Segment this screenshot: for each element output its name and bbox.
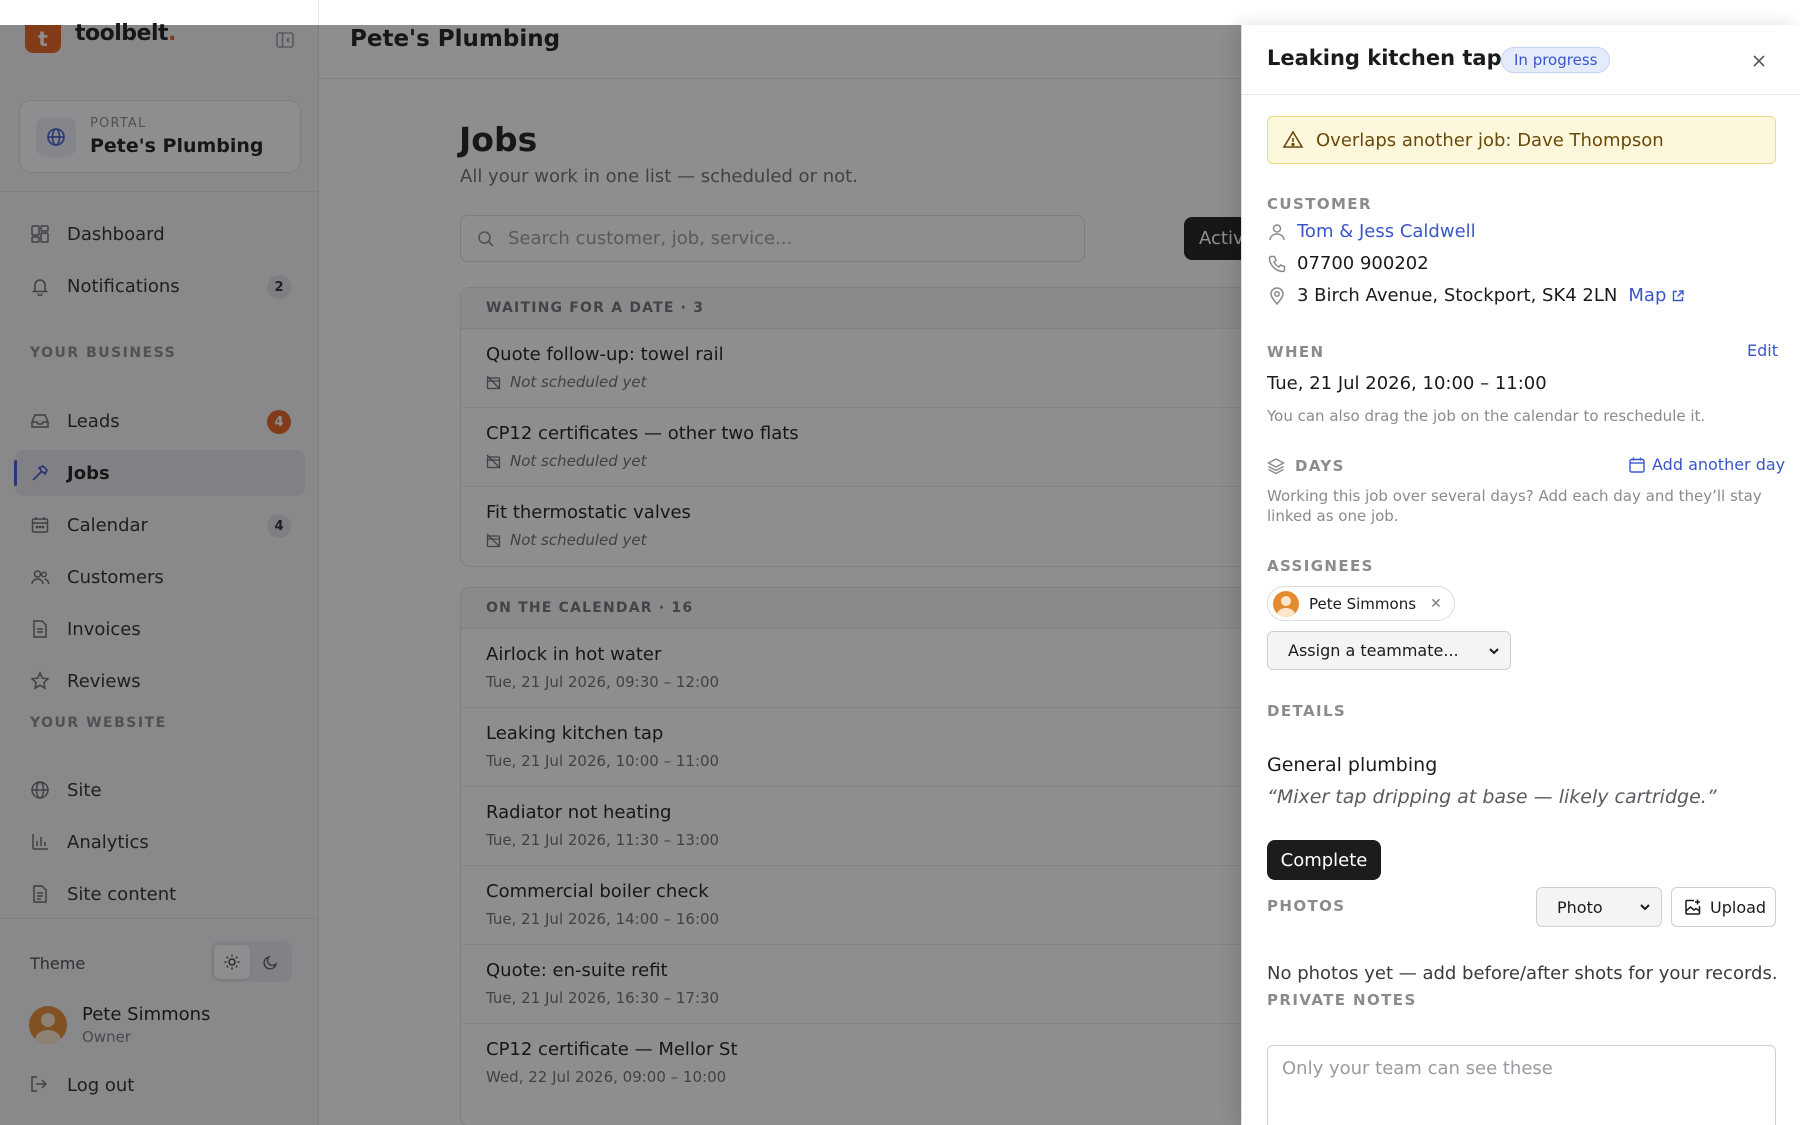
layers-icon	[1267, 458, 1285, 475]
warning-icon	[1282, 129, 1304, 151]
upload-label: Upload	[1710, 897, 1767, 917]
close-icon[interactable]	[1747, 49, 1771, 73]
when-label: WHEN	[1267, 343, 1325, 361]
add-another-day-button[interactable]: Add another day	[1628, 455, 1785, 474]
map-link[interactable]: Map	[1628, 285, 1685, 306]
customer-name-link[interactable]: Tom & Jess Caldwell	[1297, 221, 1476, 242]
private-notes-label: PRIVATE NOTES	[1267, 991, 1417, 1009]
days-hint-line-1: Working this job over several days? Add …	[1267, 487, 1762, 505]
address-row: 3 Birch Avenue, Stockport, SK4 2LN Map	[1267, 285, 1685, 306]
customer-row: Tom & Jess Caldwell	[1267, 221, 1476, 242]
when-value: Tue, 21 Jul 2026, 10:00 – 11:00	[1267, 373, 1547, 394]
status-badge: In progress	[1501, 47, 1611, 73]
phone-row: 07700 900202	[1267, 253, 1429, 274]
job-detail-drawer: Leaking kitchen tap In progress Overlaps…	[1241, 25, 1800, 1125]
warning-text: Overlaps another job: Dave Thompson	[1316, 129, 1664, 151]
days-hint-line-2: linked as one job.	[1267, 507, 1399, 525]
chevron-down-icon	[1640, 904, 1650, 911]
details-label: DETAILS	[1267, 702, 1347, 720]
photos-label: PHOTOS	[1267, 897, 1346, 915]
avatar	[1273, 590, 1299, 617]
add-another-day-label: Add another day	[1652, 455, 1786, 474]
external-link-icon	[1673, 289, 1685, 301]
photo-type-select[interactable]: Photo	[1536, 887, 1662, 927]
when-hint: You can also drag the job on the calenda…	[1267, 407, 1706, 425]
phone-number: 07700 900202	[1297, 253, 1429, 274]
top-strip-divider	[318, 0, 319, 25]
details-service: General plumbing	[1267, 754, 1438, 776]
modal-backdrop[interactable]	[0, 25, 1241, 1125]
customer-label: CUSTOMER	[1267, 195, 1372, 213]
complete-button[interactable]: Complete	[1267, 840, 1381, 880]
assignee-name: Pete Simmons	[1309, 594, 1417, 613]
phone-icon	[1267, 254, 1287, 274]
user-icon	[1267, 222, 1287, 242]
details-description: “Mixer tap dripping at base — likely car…	[1267, 786, 1717, 808]
address-text: 3 Birch Avenue, Stockport, SK4 2LN	[1297, 285, 1618, 306]
upload-button[interactable]: Upload	[1671, 887, 1776, 927]
map-pin-icon	[1267, 286, 1287, 306]
top-strip	[0, 0, 1800, 25]
edit-when-link[interactable]: Edit	[1747, 341, 1778, 360]
calendar-plus-icon	[1628, 456, 1646, 474]
image-upload-icon	[1684, 898, 1702, 916]
chevron-down-icon	[1489, 648, 1499, 655]
days-section-label: DAYS	[1267, 457, 1345, 475]
drawer-header: Leaking kitchen tap In progress	[1242, 25, 1800, 95]
assign-teammate-value: Assign a teammate...	[1288, 641, 1459, 660]
assign-teammate-select[interactable]: Assign a teammate...	[1267, 631, 1511, 670]
assignee-chip: Pete Simmons ✕	[1267, 586, 1455, 621]
assignees-label: ASSIGNEES	[1267, 557, 1374, 575]
drawer-title: Leaking kitchen tap	[1267, 46, 1502, 70]
days-hint: Working this job over several days? Add …	[1267, 486, 1762, 526]
photos-empty-state: No photos yet — add before/after shots f…	[1267, 963, 1778, 984]
overlap-warning: Overlaps another job: Dave Thompson	[1267, 116, 1776, 164]
remove-assignee-icon[interactable]: ✕	[1430, 596, 1442, 612]
private-notes-field[interactable]	[1267, 1045, 1776, 1125]
photo-type-value: Photo	[1557, 897, 1603, 917]
days-label: DAYS	[1295, 457, 1345, 475]
map-link-label: Map	[1628, 285, 1667, 306]
